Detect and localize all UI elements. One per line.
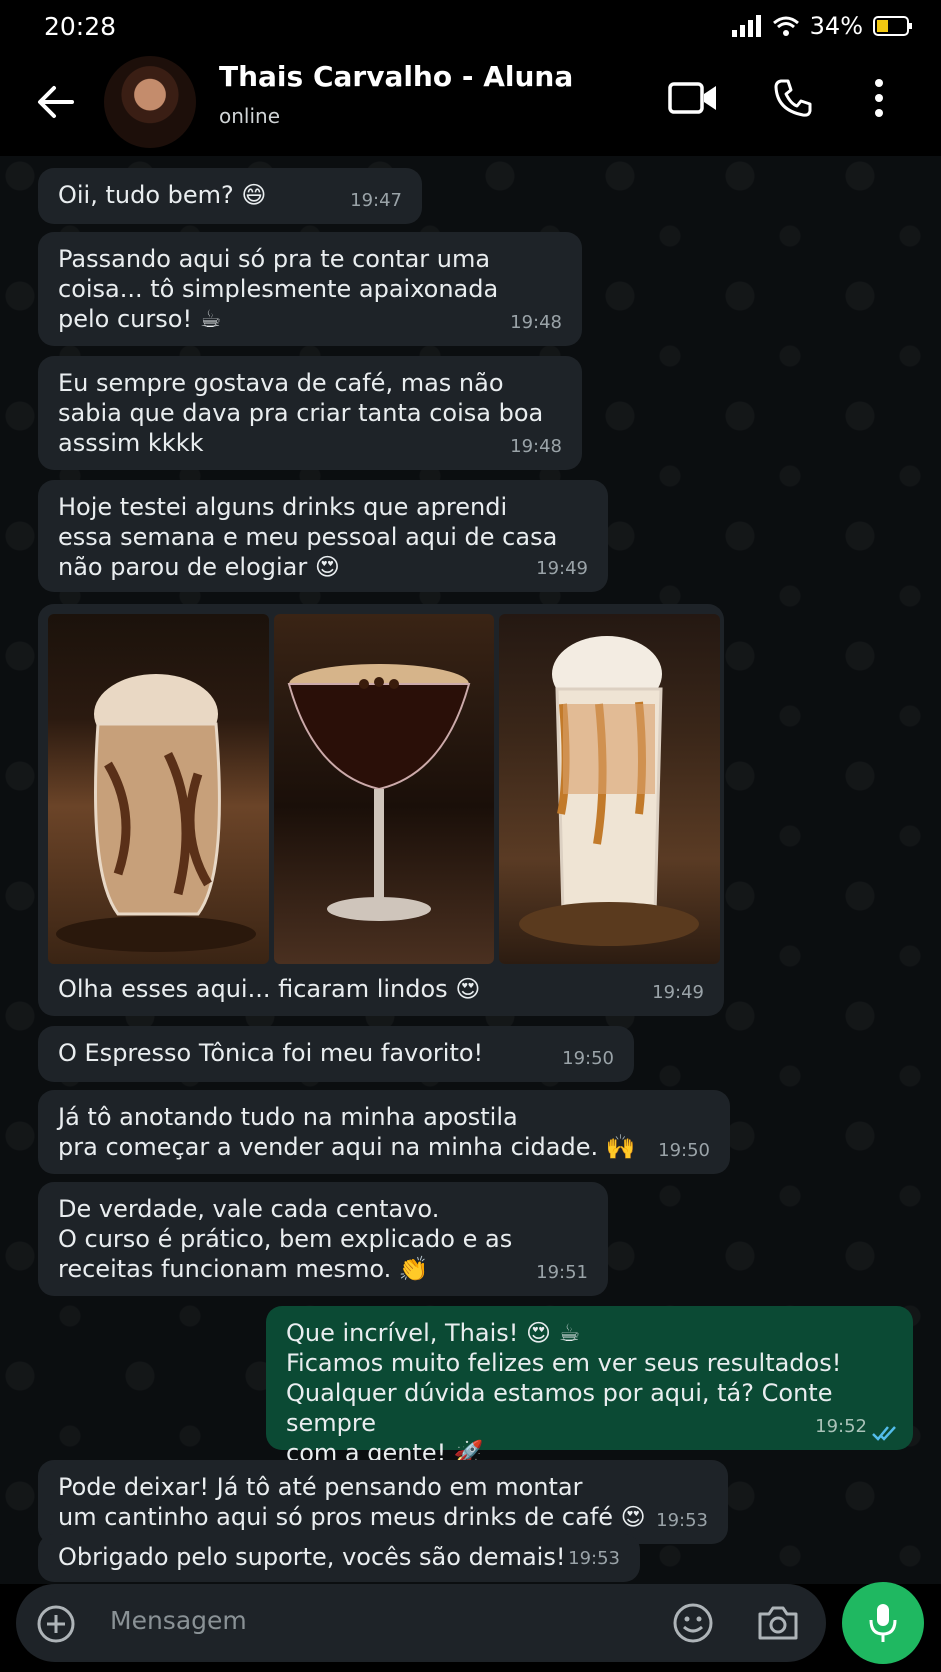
message-time: 19:50 [658,1140,710,1161]
message-text: Pode deixar! Já tô até pensando em monta… [58,1473,646,1531]
status-icons: 34% [731,12,913,40]
battery-icon [873,16,912,36]
image-message-bubble[interactable]: Olha esses aqui... ficaram lindos 😍 19:4… [38,604,724,1016]
message-text: De verdade, vale cada centavo. O curso é… [58,1195,513,1283]
message-text: Olha esses aqui... ficaram lindos 😍 [58,975,481,1003]
message-bubble[interactable]: De verdade, vale cada centavo. O curso é… [38,1182,608,1296]
message-time: 19:50 [562,1048,614,1069]
read-receipt-icon [872,1426,896,1441]
message-bubble[interactable]: Obrigado pelo suporte, vocês são demais!… [38,1534,640,1582]
microphone-icon [869,1604,897,1642]
signal-icon [731,15,761,37]
chat-area[interactable]: Oii, tudo bem? 😄 19:47 Passando aqui só … [0,156,941,1584]
message-text: Que incrível, Thais! 😍 ☕ Ficamos muito f… [286,1319,842,1467]
message-text: O Espresso Tônica foi meu favorito! [58,1039,484,1067]
drink-photo-3[interactable] [499,614,721,964]
more-options-icon[interactable] [874,78,884,118]
phone-call-icon[interactable] [773,78,813,118]
message-bubble[interactable]: Hoje testei alguns drinks que aprendi es… [38,480,608,592]
camera-icon[interactable] [756,1604,800,1642]
message-composer[interactable]: Mensagem [16,1584,826,1662]
message-text: Hoje testei alguns drinks que aprendi es… [58,493,558,581]
emoji-icon[interactable] [672,1602,714,1644]
message-time: 19:53 [656,1510,708,1531]
message-bubble[interactable]: Já tô anotando tudo na minha apostila pr… [38,1090,730,1174]
message-text: Eu sempre gostava de café, mas não sabia… [58,369,544,457]
message-text: Já tô anotando tudo na minha apostila pr… [58,1103,636,1161]
message-time: 19:51 [536,1262,588,1283]
back-arrow-icon[interactable] [36,80,76,124]
message-time: 19:49 [536,558,588,579]
message-time: 19:52 [815,1416,867,1437]
message-time: 19:47 [350,190,402,211]
photo-album[interactable] [48,614,721,964]
message-bubble[interactable]: O Espresso Tônica foi meu favorito! 19:5… [38,1026,634,1082]
message-bubble[interactable]: Oii, tudo bem? 😄 19:47 [38,168,422,224]
status-time: 20:28 [44,12,117,41]
status-bar: 20:28 34% [0,0,941,52]
message-input[interactable]: Mensagem [110,1606,247,1635]
message-time: 19:48 [510,312,562,333]
chat-header: Thais Carvalho - Aluna online [0,52,941,156]
contact-status: online [219,104,281,128]
video-call-icon[interactable] [668,80,718,116]
message-time: 19:48 [510,436,562,457]
contact-name[interactable]: Thais Carvalho - Aluna [219,60,573,93]
message-time: 19:53 [568,1548,620,1569]
message-text: Passando aqui só pra te contar uma coisa… [58,245,499,333]
battery-percent: 34% [809,12,863,40]
message-time: 19:49 [652,982,704,1003]
caramel-frappe-image [519,636,700,946]
wifi-icon [772,16,799,36]
message-bubble[interactable]: Passando aqui só pra te contar uma coisa… [38,232,582,346]
drink-photo-2[interactable] [273,614,495,964]
message-bubble[interactable]: Eu sempre gostava de café, mas não sabia… [38,356,582,470]
outgoing-message-bubble[interactable]: Que incrível, Thais! 😍 ☕ Ficamos muito f… [266,1306,913,1467]
voice-message-button[interactable] [842,1582,924,1664]
contact-avatar[interactable] [104,56,196,148]
espresso-martini-image [287,664,470,921]
add-attachment-icon[interactable] [36,1604,76,1644]
message-bubble[interactable]: Pode deixar! Já tô até pensando em monta… [38,1460,728,1544]
message-text: Obrigado pelo suporte, vocês são demais! [58,1543,566,1571]
drink-photo-1[interactable] [48,614,269,964]
iced-mocha-image [56,674,256,952]
